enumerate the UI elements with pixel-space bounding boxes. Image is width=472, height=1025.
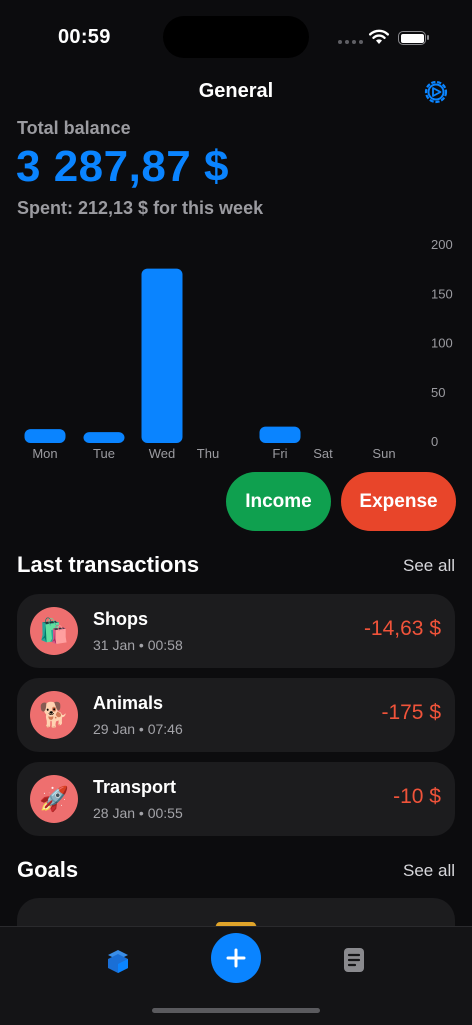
chart-bar-wed xyxy=(141,268,183,443)
chart-x-tick-label: Tue xyxy=(93,446,115,461)
income-button[interactable]: Income xyxy=(226,472,331,531)
transaction-row[interactable]: 🚀 Transport 28 Jan • 00:55 -10 $ xyxy=(17,762,455,836)
weekly-spent: Spent: 212,13 $ for this week xyxy=(17,198,264,218)
chart-x-tick-label: Thu xyxy=(197,446,219,461)
add-transaction-button[interactable] xyxy=(211,933,261,983)
dog-icon: 🐕 xyxy=(30,691,78,739)
transaction-amount: -175 $ xyxy=(381,701,441,724)
plus-icon xyxy=(226,948,246,968)
dynamic-island xyxy=(163,16,309,58)
transaction-name: Transport xyxy=(93,777,177,797)
wifi-icon xyxy=(369,29,389,44)
chart-x-tick-label: Wed xyxy=(149,446,176,461)
chart-y-tick-label: 0 xyxy=(431,434,438,449)
chart-y-tick-label: 50 xyxy=(431,385,445,400)
goals-title: Goals xyxy=(17,857,79,882)
chart-x-tick-label: Sat xyxy=(313,446,333,461)
home-indicator xyxy=(152,1008,320,1013)
goals-see-all-link[interactable]: See all xyxy=(403,861,455,881)
transaction-name: Animals xyxy=(93,693,164,713)
rocket-icon: 🚀 xyxy=(30,775,78,823)
transaction-row[interactable]: 🐕 Animals 29 Jan • 07:46 -175 $ xyxy=(17,678,455,752)
transaction-date: 31 Jan • 00:58 xyxy=(93,637,183,653)
transaction-date: 28 Jan • 00:55 xyxy=(93,805,183,821)
chart-x-tick-label: Sun xyxy=(372,446,395,461)
document-icon[interactable] xyxy=(342,947,366,973)
expense-button[interactable]: Expense xyxy=(341,472,456,531)
battery-icon xyxy=(398,31,429,45)
transaction-date: 29 Jan • 07:46 xyxy=(93,721,183,737)
settings-gear-icon[interactable] xyxy=(421,77,451,107)
weekly-spending-chart: Mon Tue Wed Thu Fri Sat Sun 200 150 100 50 0 xyxy=(24,237,453,461)
transactions-see-all-link[interactable]: See all xyxy=(403,556,455,576)
cellular-signal-icon xyxy=(338,40,363,44)
status-time: 00:59 xyxy=(58,26,111,48)
balance-value: 3 287,87 $ xyxy=(16,142,229,191)
chart-y-tick-label: 200 xyxy=(431,237,453,252)
chart-bar-mon xyxy=(24,429,66,443)
chart-x-tick-label: Mon xyxy=(32,446,57,461)
transaction-amount: -14,63 $ xyxy=(363,617,441,640)
chart-bar-fri xyxy=(259,426,301,443)
wallet-cards-icon[interactable] xyxy=(104,946,132,974)
chart-y-tick-label: 100 xyxy=(431,336,453,351)
transactions-title: Last transactions xyxy=(17,552,200,577)
chart-y-tick-label: 150 xyxy=(431,286,453,301)
transaction-name: Shops xyxy=(93,609,149,629)
chart-bar-tue xyxy=(83,432,125,443)
chart-x-tick-label: Fri xyxy=(272,446,287,461)
page-title: General xyxy=(198,80,274,102)
balance-label: Total balance xyxy=(17,118,131,138)
transaction-amount: -10 $ xyxy=(393,785,441,808)
transaction-row[interactable]: 🛍️ Shops 31 Jan • 00:58 -14,63 $ xyxy=(17,594,455,668)
shopping-bags-icon: 🛍️ xyxy=(30,607,78,655)
